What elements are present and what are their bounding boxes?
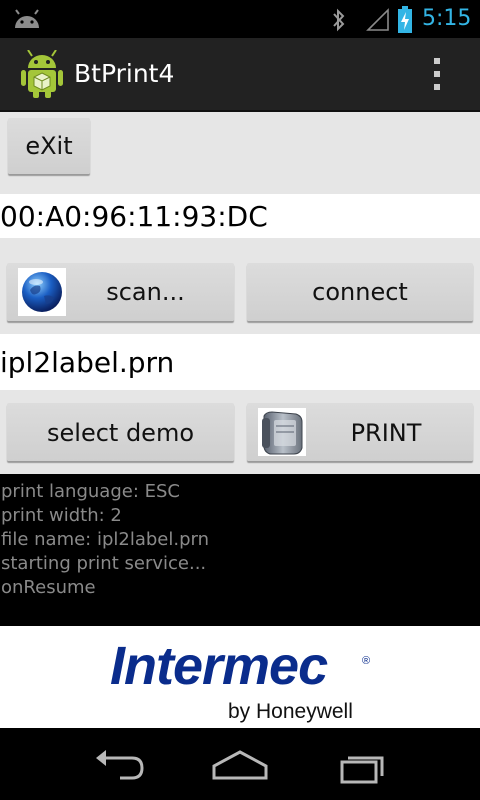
exit-button[interactable]: eXit — [8, 118, 90, 174]
intermec-logo: Intermec ® by Honeywell — [110, 636, 370, 723]
globe-scan-icon — [18, 268, 66, 316]
signal-icon — [366, 8, 389, 31]
log-line: onResume — [1, 577, 96, 598]
brand-tagline: by Honeywell — [228, 700, 353, 723]
file-name-field[interactable]: ipl2label.prn — [0, 334, 480, 390]
home-icon[interactable] — [210, 746, 270, 786]
print-button[interactable]: PRINT — [247, 403, 473, 461]
connect-button-label: connect — [312, 278, 408, 306]
bluetooth-icon — [333, 8, 345, 32]
android-robot-icon — [21, 50, 63, 98]
app-screen: 5:15 BtPrint4 eXit 00:A0:96:11:93:DC sca… — [0, 0, 480, 800]
mac-address-field[interactable]: 00:A0:96:11:93:DC — [0, 194, 480, 238]
brand-wordmark: Intermec — [110, 636, 328, 696]
connect-button[interactable]: connect — [247, 263, 473, 321]
action-bar: BtPrint4 — [0, 38, 480, 112]
log-line: print language: ESC — [1, 481, 180, 502]
recent-apps-icon[interactable] — [332, 746, 392, 786]
intermec-banner: Intermec ® by Honeywell — [0, 626, 480, 728]
log-line: starting print service... — [1, 553, 207, 574]
status-bar: 5:15 — [0, 0, 480, 38]
battery-charging-icon — [398, 6, 412, 33]
status-clock: 5:15 — [422, 6, 472, 31]
navigation-bar — [0, 728, 480, 800]
app-title: BtPrint4 — [74, 59, 175, 88]
log-line: print width: 2 — [1, 505, 122, 526]
log-output: print language: ESC print width: 2 file … — [0, 474, 480, 626]
back-icon[interactable] — [90, 746, 150, 786]
select-demo-button[interactable]: select demo — [7, 403, 234, 461]
log-line: file name: ipl2label.prn — [1, 529, 210, 550]
select-demo-button-label: select demo — [47, 419, 194, 447]
overflow-menu-icon[interactable] — [420, 52, 454, 96]
exit-button-label: eXit — [25, 132, 73, 160]
scan-button[interactable]: scan... — [7, 263, 234, 321]
printer-icon — [258, 408, 306, 456]
registered-mark: ® — [362, 655, 370, 667]
android-notification-icon — [15, 9, 39, 28]
